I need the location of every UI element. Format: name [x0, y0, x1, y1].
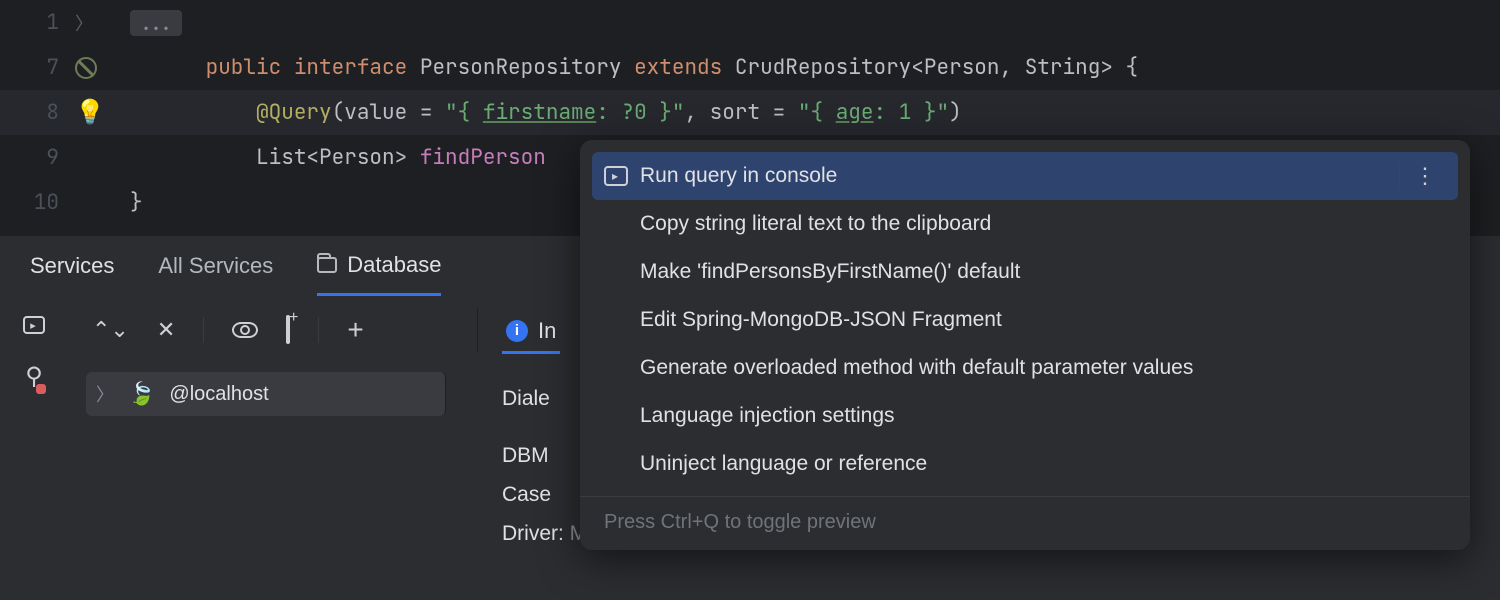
- toolbar-separator: [203, 317, 204, 343]
- tab-database-label: Database: [347, 252, 441, 278]
- mongodb-leaf-icon: 🍃: [128, 381, 155, 407]
- services-title: Services: [30, 236, 114, 296]
- popup-item-run-query[interactable]: Run query in console ⋮: [592, 152, 1458, 200]
- method-name: findPerson: [420, 144, 546, 171]
- line-number: 7: [0, 54, 75, 81]
- datasource-tree-item[interactable]: 〉 🍃 @localhost: [86, 372, 446, 416]
- popup-item-edit-fragment[interactable]: Edit Spring-MongoDB-JSON Fragment: [580, 296, 1470, 344]
- popup-item-label: Run query in console: [640, 164, 837, 188]
- run-in-console-icon: [604, 166, 628, 186]
- line-number: 10: [0, 189, 75, 216]
- popup-footer-hint: Press Ctrl+Q to toggle preview: [580, 496, 1470, 538]
- info-icon: i: [506, 320, 528, 342]
- services-tree-column: ⌃⌄ ✕ + 〉 🍃 @localhost: [68, 296, 478, 600]
- popup-separator: [1399, 163, 1400, 189]
- new-session-icon[interactable]: [286, 317, 290, 343]
- popup-item-label: Edit Spring-MongoDB-JSON Fragment: [640, 308, 1002, 332]
- detail-tab-label: In: [538, 318, 556, 344]
- detail-info-tab[interactable]: i In: [502, 310, 560, 354]
- expand-collapse-icon[interactable]: ⌃⌄: [92, 317, 129, 343]
- popup-item-label: Generate overloaded method with default …: [640, 356, 1193, 380]
- datasource-tool-icon[interactable]: ⚲: [25, 362, 43, 391]
- fold-chevron-icon[interactable]: 〉: [75, 10, 93, 36]
- view-mode-icon[interactable]: [232, 322, 258, 338]
- line-number: 1: [0, 9, 75, 36]
- tab-all-services[interactable]: All Services: [158, 236, 273, 296]
- popup-item-injection-settings[interactable]: Language injection settings: [580, 392, 1470, 440]
- services-left-rail: ⚲: [0, 296, 68, 600]
- close-icon[interactable]: ✕: [157, 317, 175, 343]
- popup-item-label: Make 'findPersonsByFirstName()' default: [640, 260, 1020, 284]
- line-number: 9: [0, 144, 75, 171]
- line-number: 8: [0, 99, 75, 126]
- add-icon[interactable]: +: [347, 314, 363, 346]
- services-toolbar: ⌃⌄ ✕ +: [68, 308, 478, 352]
- console-tool-icon[interactable]: [23, 316, 45, 334]
- popup-item-label: Copy string literal text to the clipboar…: [640, 212, 991, 236]
- popup-item-make-default[interactable]: Make 'findPersonsByFirstName()' default: [580, 248, 1470, 296]
- more-options-icon[interactable]: ⋮: [1414, 163, 1434, 189]
- intention-bulb-icon[interactable]: 💡: [75, 97, 105, 128]
- no-entry-icon[interactable]: [75, 57, 97, 79]
- intention-actions-popup: Run query in console ⋮ Copy string liter…: [580, 140, 1470, 550]
- popup-item-label: Uninject language or reference: [640, 452, 927, 476]
- popup-item-uninject[interactable]: Uninject language or reference: [580, 440, 1470, 488]
- popup-item-copy-literal[interactable]: Copy string literal text to the clipboar…: [580, 200, 1470, 248]
- toolbar-separator: [318, 317, 319, 343]
- folder-icon: [317, 257, 337, 273]
- popup-item-generate-overload[interactable]: Generate overloaded method with default …: [580, 344, 1470, 392]
- tab-database[interactable]: Database: [317, 236, 441, 296]
- chevron-right-icon[interactable]: 〉: [96, 381, 114, 407]
- datasource-label: @localhost: [169, 383, 268, 406]
- return-type: List<Person>: [256, 144, 407, 171]
- popup-item-label: Language injection settings: [640, 404, 895, 428]
